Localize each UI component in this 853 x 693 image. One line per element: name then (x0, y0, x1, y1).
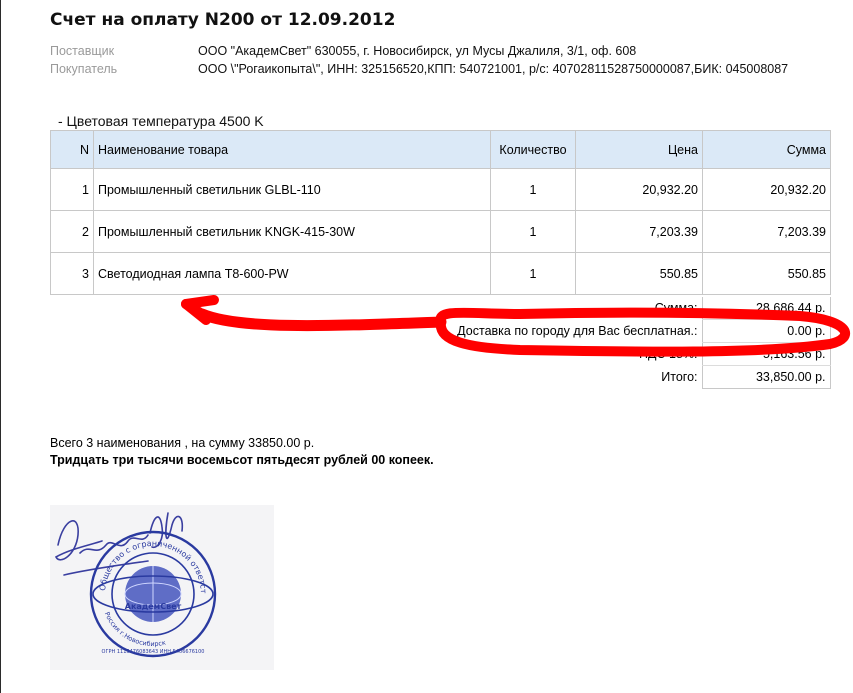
svg-text:АкадемСвет: АкадемСвет (125, 602, 182, 611)
row-quantity: 1 (490, 168, 576, 211)
invoice-summary: Всего 3 наименования , на сумму 33850.00… (50, 436, 434, 467)
signature-stamp-image: Общество с ограниченной ответственностью… (47, 498, 274, 670)
items-table: N Наименование товара Количество Цена Су… (50, 130, 831, 295)
row-product-name: Промышленный светильник KNGK-415-30W (93, 210, 491, 253)
buyer-label: Покупатель (50, 62, 118, 76)
invoice-title: Счет на оплату N200 от 12.09.2012 (50, 10, 396, 30)
vat-label: НДС 18%: (639, 347, 698, 361)
row-product-name: Светодиодная лампа Т8-600-PW (93, 252, 491, 295)
row-product-name: Промышленный светильник GLBL-110 (93, 168, 491, 211)
total-label: Итого: (661, 370, 698, 384)
totals-row-vat: НДС 18%: 5,163.56 р. (50, 342, 831, 366)
delivery-value: 0.00 р. (701, 319, 831, 343)
row-quantity: 1 (490, 210, 576, 253)
col-header-name: Наименование товара (93, 130, 491, 169)
table-row: 3 Светодиодная лампа Т8-600-PW 1 550.85 … (50, 252, 831, 295)
sum-value: 28,686.44 р. (701, 297, 831, 320)
row-number: 1 (50, 168, 94, 211)
stamp-svg: Общество с ограниченной ответственностью… (47, 498, 217, 658)
table-row: 2 Промышленный светильник KNGK-415-30W 1… (50, 210, 831, 253)
total-value: 33,850.00 р. (701, 365, 831, 389)
row-price: 7,203.39 (575, 210, 703, 253)
row-number: 3 (50, 252, 94, 295)
sum-label: Сумма: (654, 301, 698, 316)
row-price: 20,932.20 (575, 168, 703, 211)
table-row: 1 Промышленный светильник GLBL-110 1 20,… (50, 168, 831, 211)
row-sum: 7,203.39 (702, 210, 831, 253)
delivery-label: Доставка по городу для Вас бесплатная.: (457, 324, 698, 338)
totals-table: Сумма: 28,686.44 р. Доставка по городу д… (50, 297, 831, 389)
vat-value: 5,163.56 р. (701, 342, 831, 366)
summary-words-line: Тридцать три тысячи восемьсот пятьдесят … (50, 453, 434, 467)
supplier-label: Поставщик (50, 44, 115, 58)
row-sum: 20,932.20 (702, 168, 831, 211)
row-sum: 550.85 (702, 252, 831, 295)
col-header-qty: Количество (490, 130, 576, 169)
round-company-seal: Общество с ограниченной ответственностью… (47, 498, 217, 658)
table-header-row: N Наименование товара Количество Цена Су… (50, 130, 831, 169)
totals-row-delivery: Доставка по городу для Вас бесплатная.: … (50, 319, 831, 343)
row-number: 2 (50, 210, 94, 253)
buyer-value: ООО \"Рогаикопыта\", ИНН: 325156520,КПП:… (198, 62, 789, 76)
totals-row-total: Итого: 33,850.00 р. (50, 365, 831, 389)
supplier-value: ООО "АкадемСвет" 630055, г. Новосибирск,… (198, 44, 637, 58)
col-header-price: Цена (575, 130, 703, 169)
window-left-border (0, 0, 1, 693)
svg-text:ОГРН 1115476083643 ИНН 5406676: ОГРН 1115476083643 ИНН 5406676100 (102, 649, 205, 655)
totals-row-sum: Сумма: 28,686.44 р. (50, 297, 831, 320)
section-heading: - Цветовая температура 4500 K (58, 113, 264, 129)
col-header-sum: Сумма (702, 130, 831, 169)
row-quantity: 1 (490, 252, 576, 295)
col-header-n: N (50, 130, 94, 169)
row-price: 550.85 (575, 252, 703, 295)
summary-count-line: Всего 3 наименования , на сумму 33850.00… (50, 436, 315, 450)
